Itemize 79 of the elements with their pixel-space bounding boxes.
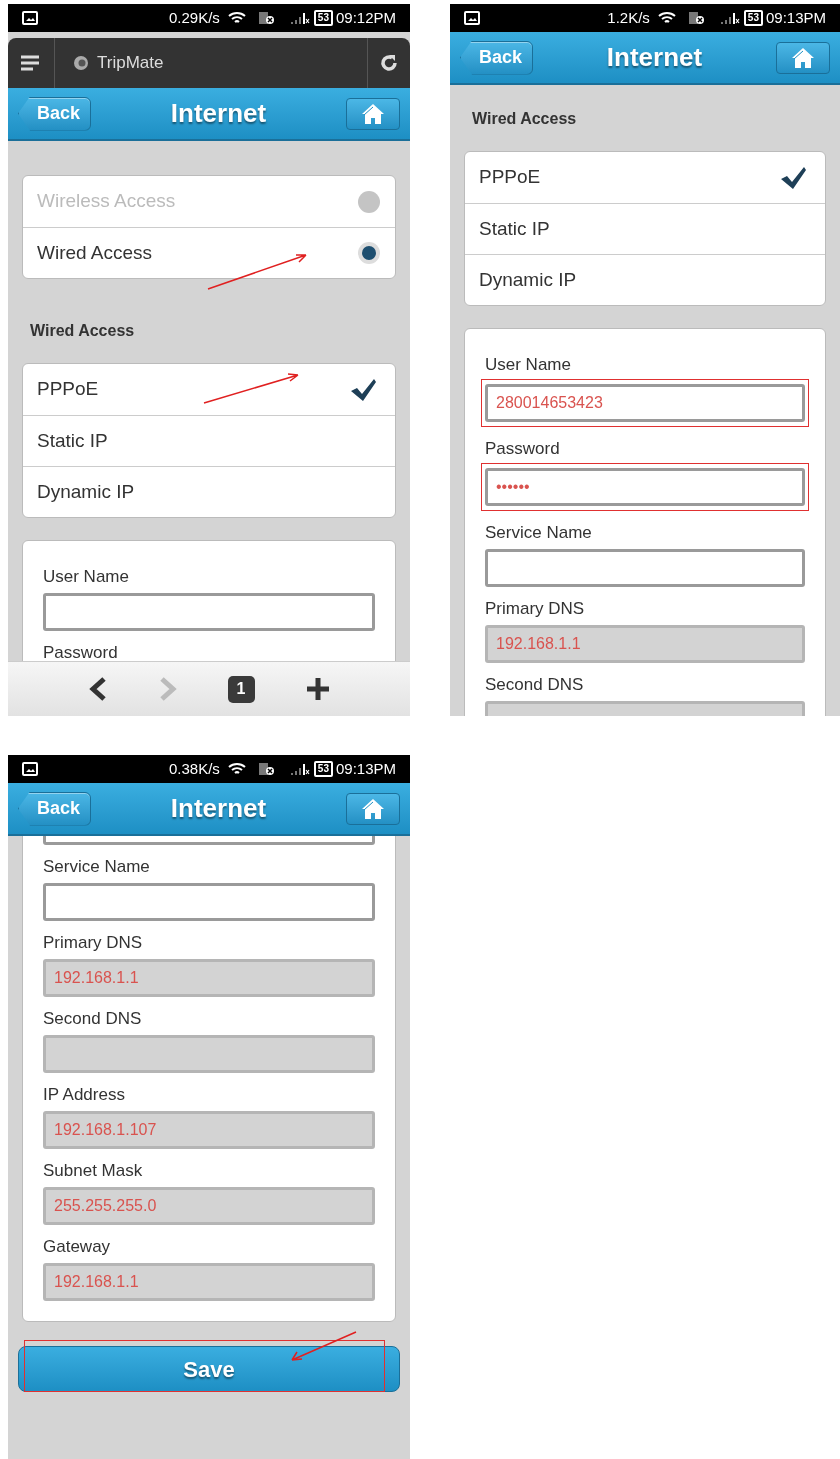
- checkmark-icon: [779, 165, 807, 190]
- field-label: Primary DNS: [43, 931, 144, 954]
- option-label: Dynamic IP: [37, 479, 135, 504]
- image-icon: [22, 762, 38, 776]
- radio-button[interactable]: [357, 241, 381, 265]
- option-label: PPPoE: [37, 377, 99, 402]
- wifi-icon: [657, 11, 676, 25]
- field-label: Primary DNS: [485, 597, 586, 620]
- refresh-icon[interactable]: [380, 54, 398, 72]
- signal-icon: [289, 11, 310, 25]
- home-button[interactable]: [776, 41, 830, 74]
- section-title: Wired Access: [472, 109, 578, 129]
- option-label: Static IP: [37, 428, 108, 453]
- signal-icon: [719, 11, 740, 25]
- status-time: 09:12PM: [335, 7, 396, 28]
- field-label: Second DNS: [43, 1007, 143, 1030]
- home-button[interactable]: [346, 97, 400, 130]
- home-icon: [791, 46, 815, 69]
- option-label: Static IP: [479, 216, 550, 241]
- field-label: Gateway: [43, 1235, 112, 1258]
- option-label: Wireless Access: [37, 189, 176, 214]
- battery-level: 53: [743, 10, 763, 26]
- tab-count[interactable]: 1: [227, 675, 255, 703]
- section-title: Wired Access: [30, 321, 136, 341]
- wifi-icon: [227, 11, 246, 25]
- input-field: 192.168.1.1: [485, 625, 805, 663]
- option-label: Wired Access: [37, 240, 153, 265]
- option-label: Dynamic IP: [479, 267, 577, 292]
- screen-title: Internet: [169, 97, 268, 130]
- connection-type-option[interactable]: Static IP: [465, 203, 825, 254]
- sim-card-icon: [687, 11, 706, 25]
- input-field[interactable]: [485, 549, 805, 587]
- input-field: 192.168.1.1: [43, 959, 375, 997]
- add-tab-icon[interactable]: [304, 676, 331, 702]
- home-icon: [361, 797, 385, 820]
- option-label: PPPoE: [479, 165, 541, 190]
- screen-title: Internet: [605, 41, 704, 74]
- input-field[interactable]: ••••••: [485, 468, 805, 506]
- connection-type-option[interactable]: Dynamic IP: [23, 466, 395, 517]
- input-field: 192.168.1.1: [43, 1263, 375, 1301]
- sim-card-icon: [257, 11, 276, 25]
- network-speed: 0.38K/s: [168, 758, 220, 779]
- input-field: 255.255.255.0: [43, 1187, 375, 1225]
- field-label: Service Name: [43, 855, 151, 878]
- menu-icon[interactable]: [20, 55, 40, 71]
- page-title: TripMate: [97, 52, 165, 75]
- field-label: Second DNS: [485, 673, 585, 696]
- home-button[interactable]: [346, 792, 400, 825]
- status-time: 09:13PM: [335, 758, 396, 779]
- input-field[interactable]: [43, 593, 375, 631]
- field-label: IP Address: [43, 1083, 126, 1106]
- wifi-icon: [227, 762, 246, 776]
- sim-card-icon: [257, 762, 276, 776]
- field-label: User Name: [485, 353, 572, 376]
- access-option[interactable]: Wired Access: [23, 227, 395, 278]
- battery-level: 53: [313, 10, 333, 26]
- field-label: Service Name: [485, 521, 593, 544]
- connection-type-option[interactable]: Dynamic IP: [465, 254, 825, 305]
- status-time: 09:13PM: [765, 7, 826, 28]
- image-icon: [464, 11, 480, 25]
- connection-type-option[interactable]: PPPoE: [465, 152, 825, 203]
- field-label: Password: [485, 437, 561, 460]
- input-field[interactable]: 280014653423: [485, 384, 805, 422]
- field-label: User Name: [43, 565, 130, 588]
- connection-type-option[interactable]: Static IP: [23, 415, 395, 466]
- network-speed: 1.2K/s: [607, 7, 650, 28]
- field-label: Subnet Mask: [43, 1159, 144, 1182]
- home-icon: [361, 102, 385, 125]
- logo-icon: [73, 55, 89, 71]
- input-field: 192.168.1.107: [43, 1111, 375, 1149]
- screen-title: Internet: [169, 792, 268, 825]
- connection-type-option[interactable]: PPPoE: [23, 364, 395, 415]
- battery-level: 53: [313, 761, 333, 777]
- input-field[interactable]: [43, 883, 375, 921]
- network-speed: 0.29K/s: [168, 7, 220, 28]
- field-label: Password: [43, 641, 119, 661]
- checkmark-icon: [349, 377, 377, 402]
- signal-icon: [289, 762, 310, 776]
- image-icon: [22, 11, 38, 25]
